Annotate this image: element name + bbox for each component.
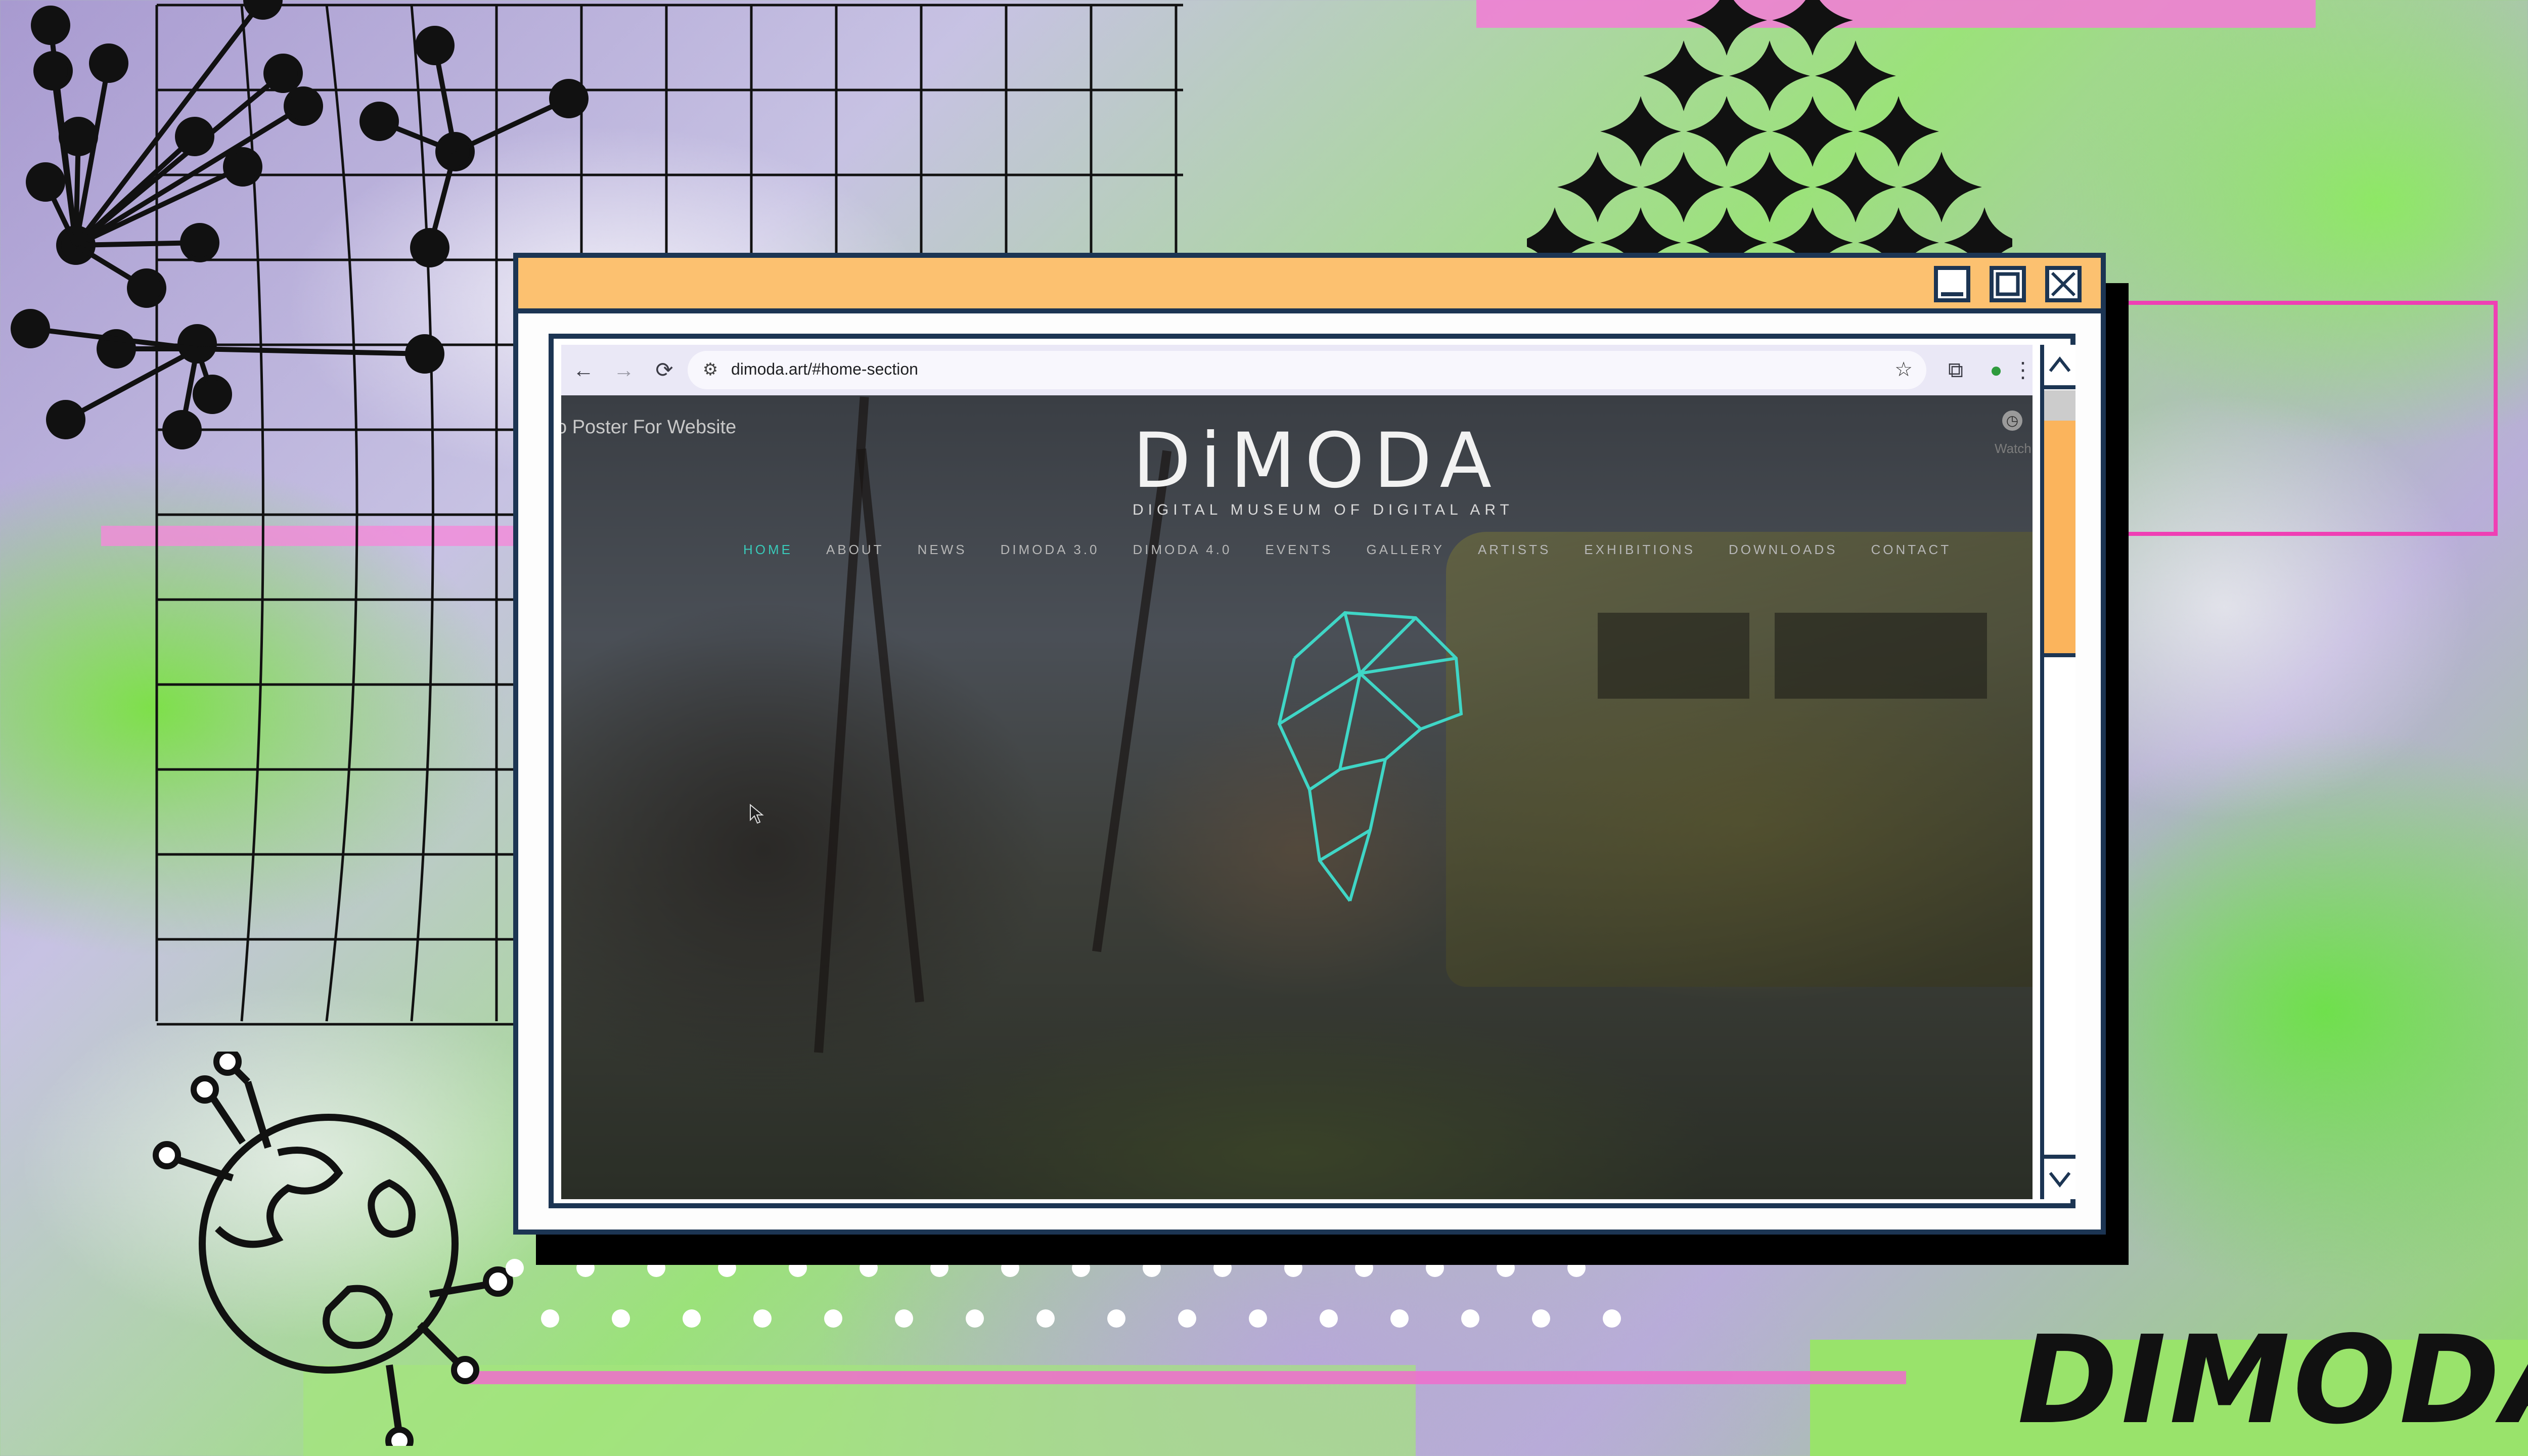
scene-tree	[857, 448, 924, 1003]
forward-icon[interactable]: →	[610, 356, 638, 384]
dimoda-homepage: o Poster For Website ◷ Watch la DiMODA D…	[561, 395, 2033, 1199]
reload-icon[interactable]: ⟳	[650, 356, 679, 384]
white-dot	[612, 1309, 630, 1328]
nav-item-downloads[interactable]: DOWNLOADS	[1729, 542, 1837, 558]
brand-wordmark: DIMODA	[2017, 1309, 2528, 1451]
browser-screen: ← → ⟳ ⚙ dimoda.art/#home-section ☆ ⧉ ● ⋮	[561, 345, 2033, 1199]
chevron-up-icon	[2049, 356, 2071, 372]
clock-icon[interactable]: ◷	[2002, 411, 2022, 431]
browser-toolbar: ← → ⟳ ⚙ dimoda.art/#home-section ☆ ⧉ ● ⋮	[561, 345, 2033, 395]
pink-outline-rectangle	[2118, 301, 2498, 536]
menu-icon[interactable]: ⋮	[2012, 356, 2033, 384]
white-dot	[1107, 1309, 1125, 1328]
minimize-icon	[1941, 292, 1963, 296]
white-dot	[753, 1309, 772, 1328]
nav-item-contact[interactable]: CONTACT	[1871, 542, 1951, 558]
pink-bar-bottom	[465, 1371, 1906, 1384]
nav-item-dimoda-3-0[interactable]: DIMODA 3.0	[1001, 542, 1100, 558]
white-dot	[966, 1309, 984, 1328]
logo-text: DiMODA	[1133, 417, 1501, 505]
white-dot	[1461, 1309, 1479, 1328]
white-dot	[1178, 1309, 1196, 1328]
scroll-track-segment	[2044, 390, 2075, 424]
watch-later-label[interactable]: Watch la	[1995, 441, 2033, 457]
scroll-down-button[interactable]	[2044, 1155, 2075, 1199]
mouse-cursor-icon	[750, 804, 764, 824]
maximize-icon	[1996, 272, 2020, 296]
white-dot	[1036, 1309, 1055, 1328]
white-dot	[541, 1309, 559, 1328]
nav-item-dimoda-4-0[interactable]: DIMODA 4.0	[1133, 542, 1232, 558]
white-dot	[1603, 1309, 1621, 1328]
nav-item-news[interactable]: NEWS	[918, 542, 967, 558]
white-dot	[895, 1309, 913, 1328]
diamond-pattern-decoration	[1527, 0, 2012, 263]
nav-item-gallery[interactable]: GALLERY	[1366, 542, 1444, 558]
address-bar[interactable]: ⚙ dimoda.art/#home-section ☆	[688, 351, 1926, 389]
white-dot	[1532, 1309, 1550, 1328]
white-dot	[1249, 1309, 1267, 1328]
nav-item-exhibitions[interactable]: EXHIBITIONS	[1584, 542, 1695, 558]
scene-window	[1598, 613, 1749, 699]
scroll-up-button[interactable]	[2044, 345, 2075, 389]
nav-item-home[interactable]: HOME	[743, 542, 793, 558]
logo-tagline: DIGITAL MUSEUM OF DIGITAL ART	[1133, 502, 1514, 518]
white-dot	[683, 1309, 701, 1328]
maximize-button[interactable]	[1990, 266, 2026, 302]
scroll-thumb[interactable]	[2044, 421, 2075, 657]
white-dot	[1320, 1309, 1338, 1328]
bookmark-star-icon[interactable]: ☆	[1891, 357, 1916, 382]
chevron-down-icon	[2049, 1172, 2071, 1188]
white-dot	[1390, 1309, 1409, 1328]
scene-tree	[1092, 450, 1172, 952]
site-settings-icon[interactable]: ⚙	[698, 357, 723, 382]
nav-item-about[interactable]: ABOUT	[826, 542, 884, 558]
scene-window	[1775, 613, 1987, 699]
minimize-button[interactable]	[1934, 266, 1970, 302]
site-navigation: HOME ABOUT NEWS DIMODA 3.0 DIMODA 4.0 EVENTS G…	[743, 542, 1951, 558]
scene-tree	[814, 396, 869, 1053]
close-icon	[2051, 271, 2076, 297]
url-text[interactable]: dimoda.art/#home-section	[731, 360, 918, 379]
browser-frame: ← → ⟳ ⚙ dimoda.art/#home-section ☆ ⧉ ● ⋮	[549, 334, 2075, 1208]
window-title-bar[interactable]	[518, 258, 2101, 313]
profile-icon[interactable]: ●	[1982, 356, 2010, 384]
close-button[interactable]	[2045, 266, 2082, 302]
nav-item-events[interactable]: EVENTS	[1265, 542, 1333, 558]
scene-bus	[1446, 532, 2033, 987]
extensions-icon[interactable]: ⧉	[1942, 356, 1970, 384]
video-title[interactable]: o Poster For Website	[561, 417, 736, 438]
white-dot	[506, 1259, 524, 1277]
scrollbar[interactable]	[2040, 345, 2075, 1199]
nav-item-artists[interactable]: ARTISTS	[1478, 542, 1551, 558]
white-dot	[824, 1309, 842, 1328]
site-logo[interactable]: DiMODA DIGITAL MUSEUM OF DIGITAL ART	[1133, 417, 1514, 519]
globe-decoration	[153, 1052, 513, 1446]
wireframe-figure	[1277, 611, 1463, 902]
retro-window: ← → ⟳ ⚙ dimoda.art/#home-section ☆ ⧉ ● ⋮	[513, 253, 2106, 1235]
back-icon[interactable]: ←	[569, 356, 598, 384]
